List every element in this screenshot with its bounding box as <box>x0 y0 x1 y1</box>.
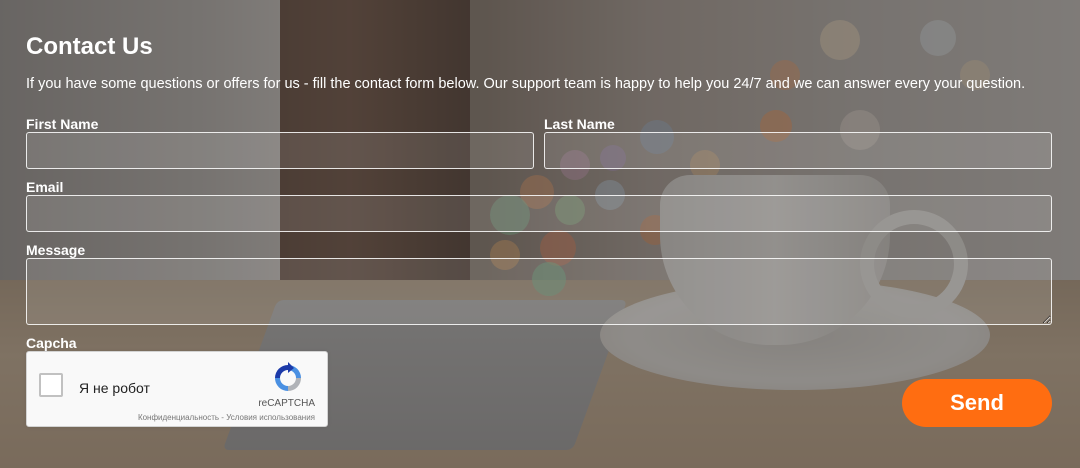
recaptcha-checkbox[interactable] <box>39 373 63 397</box>
email-field[interactable] <box>26 195 1052 232</box>
email-label: Email <box>26 179 64 195</box>
recaptcha-widget: Я не робот reCAPTCHA Конфиденциальность … <box>26 351 328 427</box>
recaptcha-checkbox-label: Я не робот <box>79 380 150 396</box>
message-label: Message <box>26 242 86 258</box>
recaptcha-brand: reCAPTCHA <box>258 398 315 409</box>
first-name-field[interactable] <box>26 132 534 169</box>
page-title: Contact Us <box>26 33 153 60</box>
intro-text: If you have some questions or offers for… <box>26 76 1026 92</box>
captcha-label: Capcha <box>26 335 77 351</box>
send-button[interactable]: Send <box>902 379 1052 427</box>
recaptcha-logo-icon <box>275 362 301 391</box>
message-field[interactable] <box>26 258 1052 325</box>
recaptcha-privacy-terms-links[interactable]: Конфиденциальность - Условия использован… <box>138 413 315 422</box>
first-name-label: First Name <box>26 116 99 132</box>
last-name-field[interactable] <box>544 132 1052 169</box>
last-name-label: Last Name <box>544 116 615 132</box>
